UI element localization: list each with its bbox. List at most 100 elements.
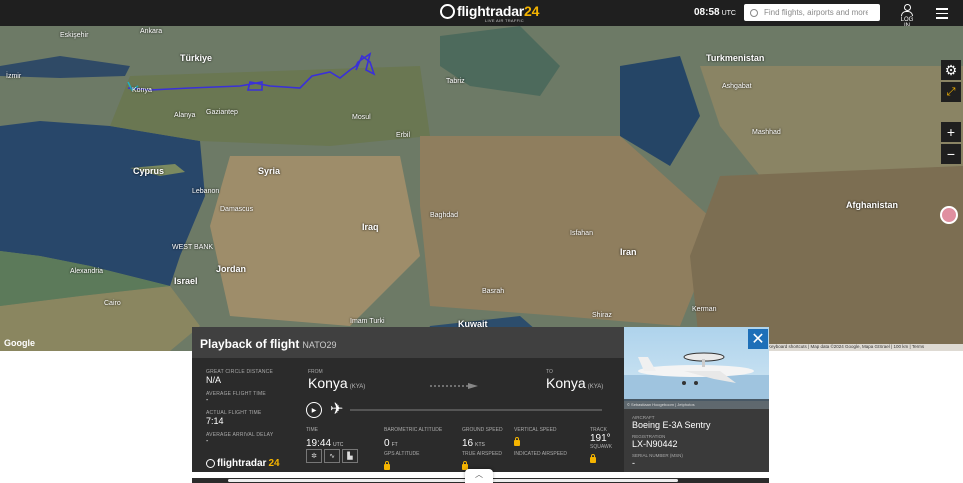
ground-value: 16	[462, 438, 474, 449]
chart-view-button[interactable]: ▙	[342, 449, 358, 463]
clock-zone: UTC	[721, 10, 736, 17]
map-attribution[interactable]: Keyboard shortcuts | Map data ©2024 Goog…	[765, 344, 963, 351]
map-label-isfahan: Isfahan	[570, 230, 593, 237]
brand-tagline: LIVE AIR TRAFFIC	[485, 18, 524, 23]
map-label-ashgabat: Ashgabat	[722, 83, 752, 90]
lock-icon[interactable]	[590, 454, 596, 463]
time-unit: UTC	[333, 442, 344, 448]
menu-icon[interactable]	[936, 8, 948, 22]
baro-unit: FT	[391, 442, 398, 448]
route-arrow-icon	[430, 383, 478, 389]
radar-view-button[interactable]: ✲	[306, 449, 322, 463]
metric-baro-altitude: BAROMETRIC ALTITUDE 0 FT GPS ALTITUDE	[384, 427, 442, 475]
map-terrain	[0, 26, 963, 351]
flight-stats: GREAT CIRCLE DISTANCE N/A AVERAGE FLIGHT…	[206, 369, 286, 451]
panel-title: Playback of flight	[200, 337, 300, 351]
route-view-button[interactable]: ∿	[324, 449, 340, 463]
panel-logo-number: 24	[268, 458, 280, 469]
minus-icon: −	[946, 146, 956, 162]
stat-value-actual-time: 7:14	[206, 416, 224, 426]
brand-number: 24	[524, 3, 540, 19]
map-label-cyprus: Cyprus	[133, 166, 165, 176]
map-label-baghdad: Baghdad	[430, 212, 459, 219]
settings-button[interactable]: ⚙	[941, 60, 961, 80]
map-label-tabriz: Tabriz	[446, 78, 465, 85]
expand-icon: ⤢	[946, 85, 956, 98]
ias-label: INDICATED AIRSPEED	[514, 451, 567, 457]
baro-value: 0	[384, 438, 390, 449]
play-button[interactable]: ▶	[306, 402, 322, 418]
fullscreen-button[interactable]: ⤢	[941, 82, 961, 102]
user-icon	[903, 4, 911, 11]
brand-name: flightradar	[457, 3, 525, 19]
map-label-israel: Israel	[174, 276, 198, 286]
map-label-turkmenistan: Turkmenistan	[706, 53, 765, 63]
destination: TO Konya (KYA)	[546, 369, 603, 393]
chart-icon: ▙	[347, 453, 353, 460]
plus-icon: +	[946, 124, 956, 140]
search-box[interactable]	[744, 4, 880, 21]
map-label-syria: Syria	[258, 166, 281, 176]
gps-label: GPS ALTITUDE	[384, 451, 420, 457]
ground-unit: KTS	[475, 442, 485, 448]
radar-icon: ✲	[311, 453, 317, 460]
serial-value: -	[632, 458, 635, 468]
search-icon	[750, 8, 758, 17]
stat-value-distance: N/A	[206, 375, 222, 385]
satellite-map[interactable]: Eskişehir Ankara Türkiye Tabriz Turkmeni…	[0, 26, 963, 351]
map-label-imam-turki: Imam Turki	[350, 318, 385, 325]
gear-icon: ⚙	[944, 61, 958, 78]
top-bar: flightradar24 LIVE AIR TRAFFIC 08:58 UTC …	[0, 0, 963, 29]
collapse-panel-button[interactable]: ︿	[465, 469, 493, 483]
tas-label: TRUE AIRSPEED	[462, 451, 503, 457]
close-button[interactable]: ✕	[748, 329, 768, 349]
metric-time: TIME 19:44 UTC ✲ ∿ ▙	[306, 427, 358, 463]
map-label-eskisehir: Eskişehir	[60, 32, 89, 39]
aircraft-details: AIRCRAFT Boeing E-3A Sentry REGISTRATION…	[632, 415, 762, 472]
map-label-shiraz: Shiraz	[592, 312, 612, 319]
search-input[interactable]	[764, 8, 868, 17]
map-label-basrah: Basrah	[482, 288, 505, 295]
lock-icon[interactable]	[514, 437, 520, 446]
map-label-cairo: Cairo	[104, 300, 121, 307]
chevron-up-icon: ︿	[475, 470, 483, 479]
aircraft-type-value: Boeing E-3A Sentry	[632, 420, 711, 430]
photo-credit[interactable]: © Sebastiaan Hoogeboom | Jetphotos	[624, 399, 769, 409]
flightradar-logo[interactable]: flightradar24	[440, 3, 539, 19]
panel-logo-text: flightradar	[217, 458, 267, 469]
route-icon: ∿	[329, 453, 335, 460]
map-label-iraq: Iraq	[362, 222, 379, 232]
radar-icon	[206, 459, 215, 468]
map-label-mosul: Mosul	[352, 114, 371, 121]
clock-time: 08:58	[694, 7, 720, 18]
map-label-ankara: Ankara	[140, 28, 163, 35]
play-icon: ▶	[311, 407, 317, 414]
route-info: FROM Konya (KYA) TO Konya (KYA)	[308, 369, 608, 393]
metric-ground-speed: GROUND SPEED 16 KTS TRUE AIRSPEED	[462, 427, 503, 475]
map-label-izmir: İzmir	[6, 73, 22, 80]
map-label-lebanon: Lebanon	[192, 188, 220, 195]
zoom-in-button[interactable]: +	[941, 122, 961, 142]
map-label-jordan: Jordan	[216, 264, 247, 274]
map-label-turkiye: Türkiye	[180, 53, 213, 63]
stat-value-avg-time: -	[206, 397, 209, 404]
lock-icon[interactable]	[384, 461, 390, 470]
utc-clock: 08:58 UTC	[694, 7, 736, 18]
zoom-out-button[interactable]: −	[941, 144, 961, 164]
map-label-afghanistan: Afghanistan	[846, 200, 899, 210]
map-label-erbil: Erbil	[396, 132, 411, 139]
map-label-konya: Konya	[132, 87, 152, 94]
close-icon: ✕	[751, 331, 765, 348]
vs-label: VERTICAL SPEED	[514, 427, 557, 433]
map-label-iran: Iran	[620, 247, 637, 257]
panel-header: Playback of flight NATO29	[192, 327, 624, 358]
airplane-icon: ✈	[330, 401, 344, 418]
google-logo: Google	[4, 338, 35, 348]
playback-slider[interactable]	[350, 409, 602, 411]
destination-city[interactable]: Konya	[546, 375, 586, 391]
map-label-alanya: Alanya	[174, 112, 196, 119]
origin-code: (KYA)	[349, 384, 366, 390]
origin-city[interactable]: Konya	[308, 375, 348, 391]
location-pin-icon[interactable]	[940, 206, 958, 224]
scrollbar[interactable]	[228, 479, 678, 482]
